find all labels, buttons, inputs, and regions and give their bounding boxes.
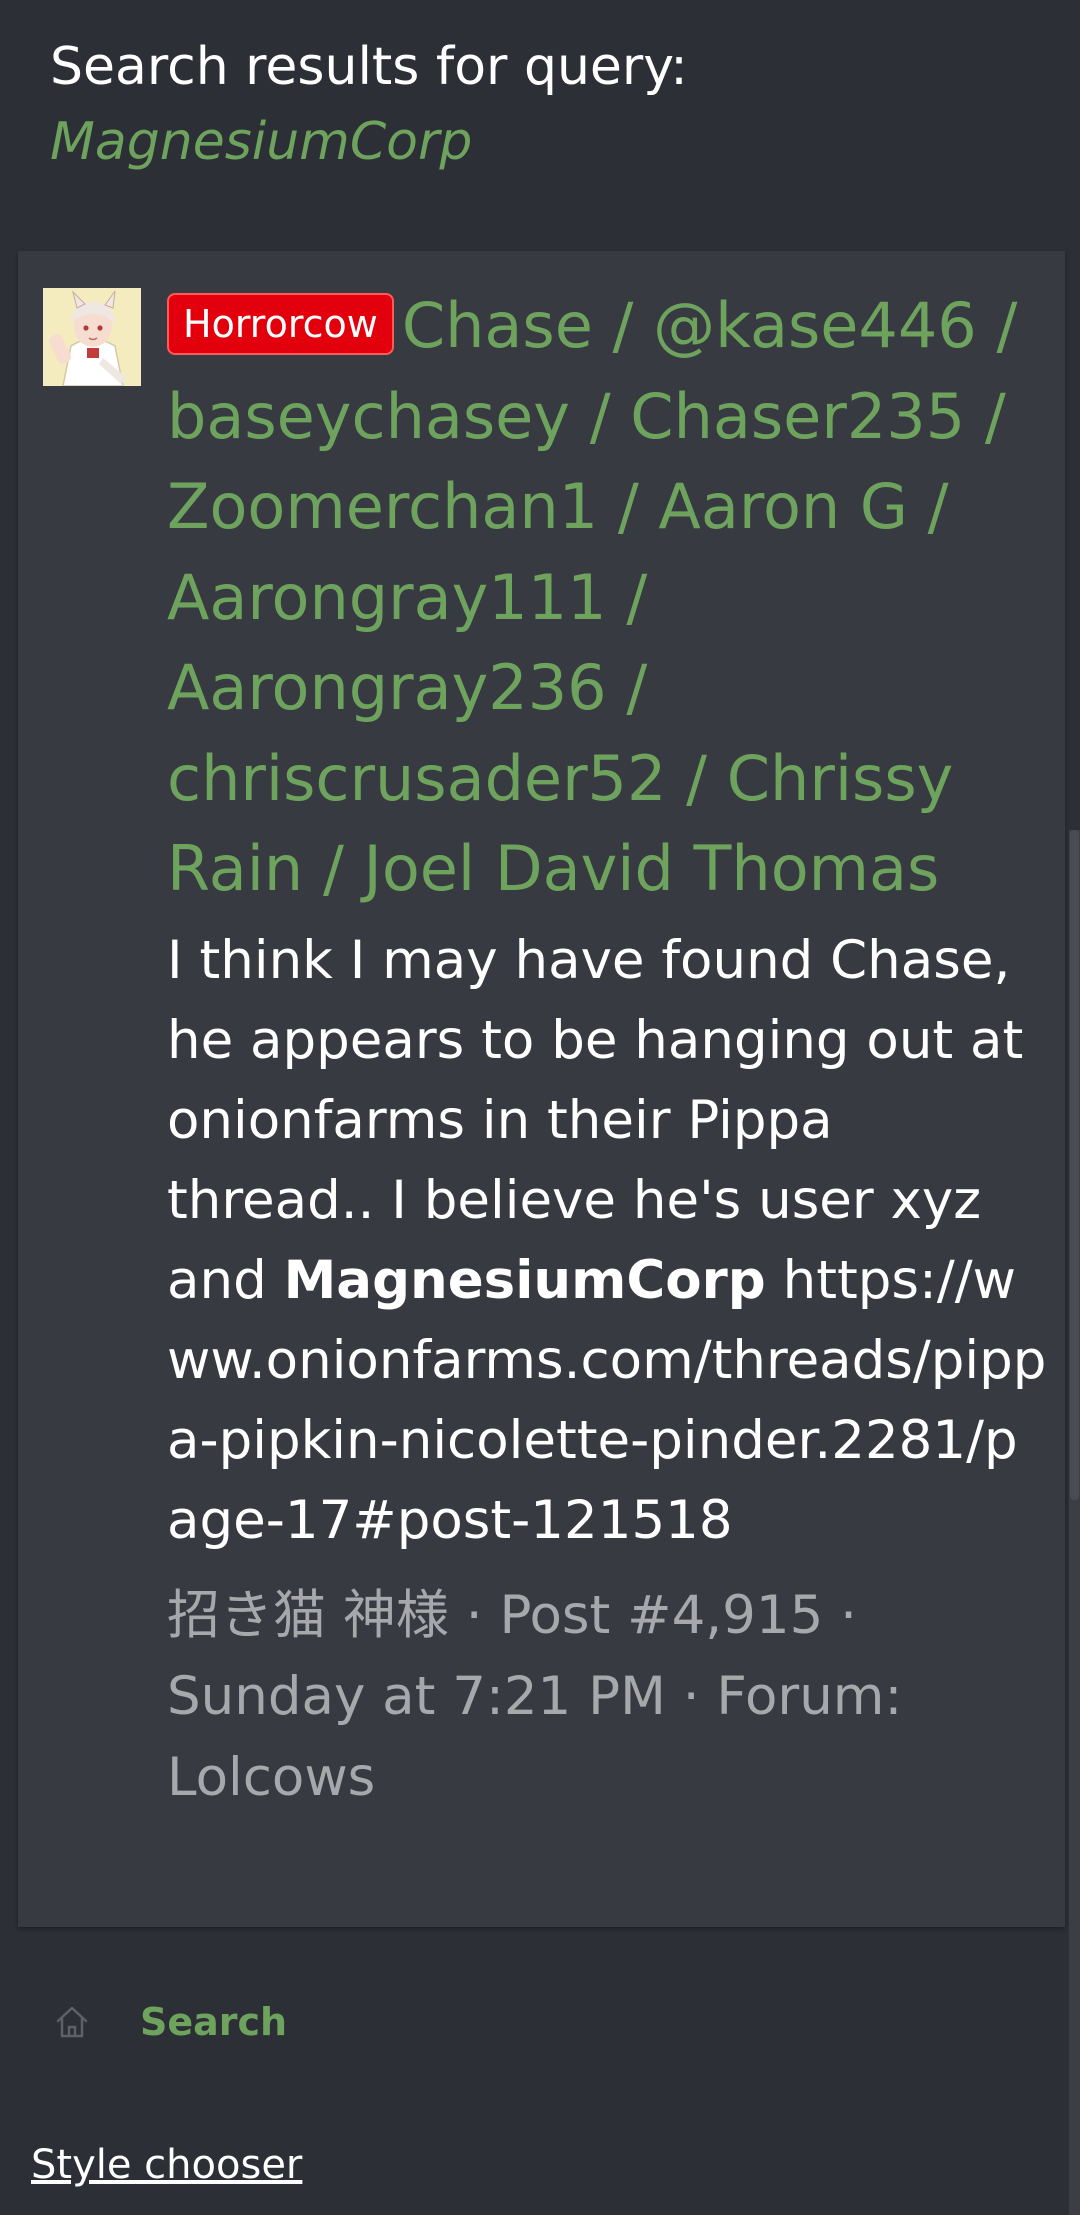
meta-forum[interactable]: Lolcows [167,1747,375,1808]
prefix-badge[interactable]: Horrorcow [167,293,394,355]
meta-post-number: Post #4,915 [499,1584,824,1646]
scrollbar-thumb[interactable] [1070,830,1079,1500]
query-term[interactable]: MagnesiumCorp [50,104,1010,180]
result-body: Horrorcow Chase / @kase446 / baseychasey … [167,281,1047,1818]
result-snippet: I think I may have found Chase, he appea… [167,921,1047,1561]
search-results-header: Search results for query: MagnesiumCorp [50,30,1010,180]
style-chooser-link[interactable]: Style chooser [31,2142,302,2188]
result-title[interactable]: Horrorcow Chase / @kase446 / baseychasey … [167,281,1047,915]
meta-separator: · [682,1665,700,1727]
breadcrumb: Search [52,2000,287,2044]
avatar[interactable] [43,288,141,386]
avatar-image [43,288,141,386]
breadcrumb-search-link[interactable]: Search [140,2000,287,2044]
result-meta: 招き猫 神様 · Post #4,915 · Sunday at 7:21 PM… [167,1575,1047,1818]
meta-separator: · [840,1584,858,1646]
meta-separator: · [465,1584,483,1646]
home-icon[interactable] [52,2002,92,2042]
snippet-highlight: MagnesiumCorp [283,1249,766,1311]
meta-date: Sunday at 7:21 PM [167,1665,666,1727]
search-result-card: Horrorcow Chase / @kase446 / baseychasey … [18,251,1065,1927]
meta-author[interactable]: 招き猫 神様 [167,1585,449,1646]
scrollbar[interactable] [1069,830,1080,2215]
results-heading: Search results for query: [50,37,688,97]
result-title-text[interactable]: Chase / @kase446 / baseychasey / Chaser2… [167,289,1017,905]
meta-forum-label: Forum: [716,1665,903,1727]
